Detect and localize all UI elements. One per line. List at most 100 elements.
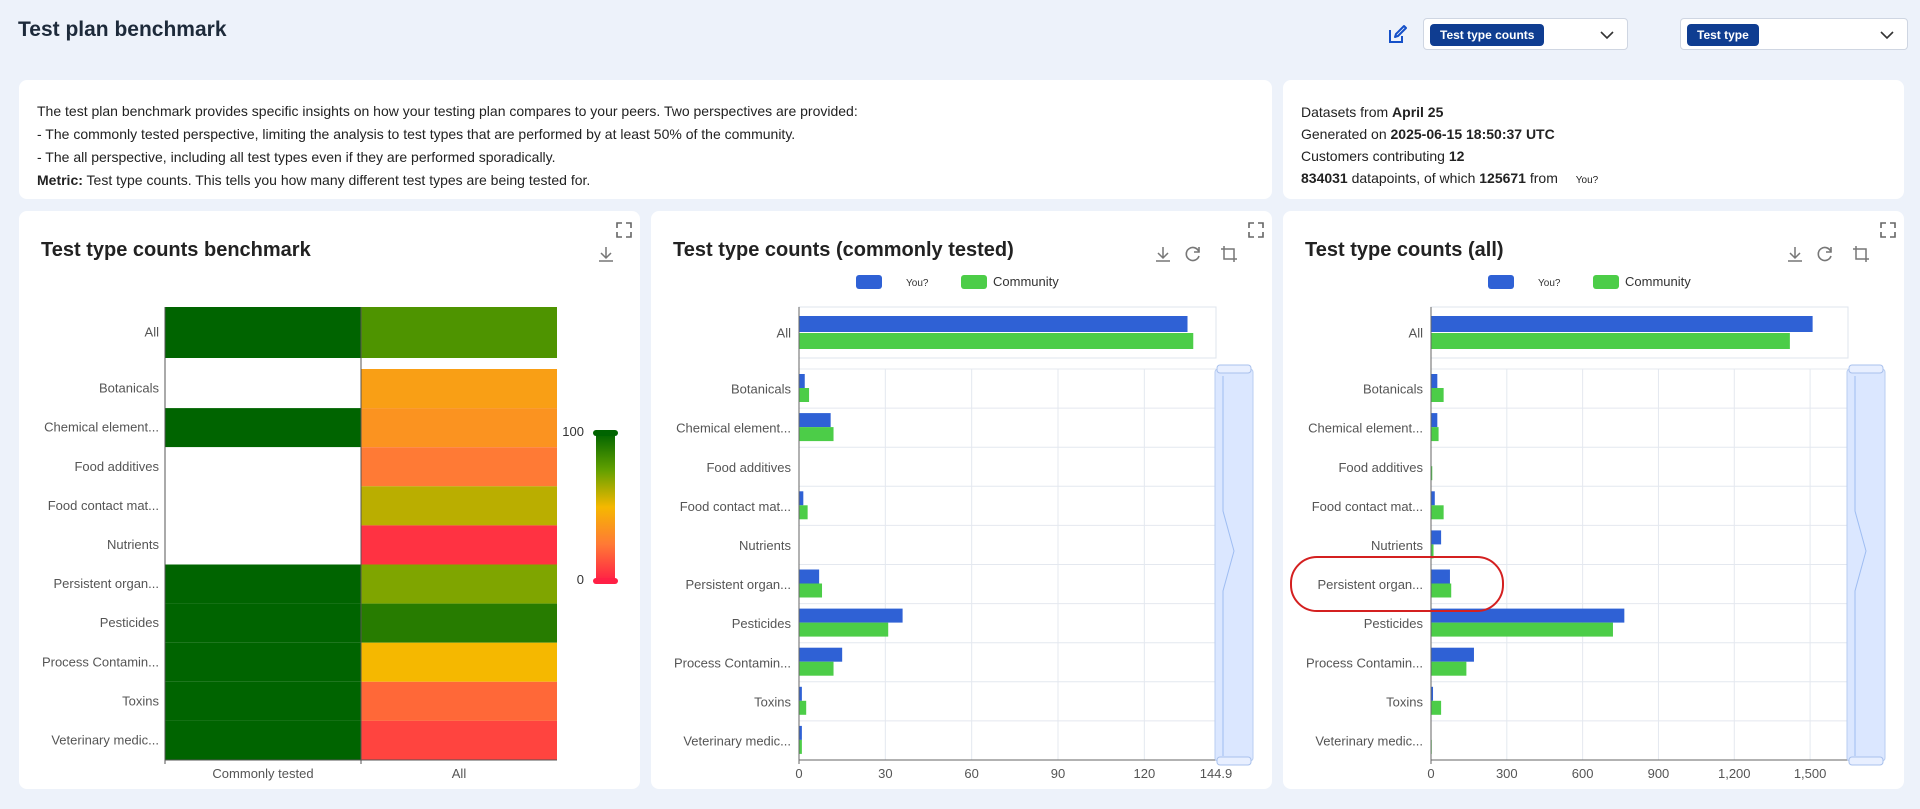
heatmap-cell (165, 307, 361, 358)
datazoom-handle-bottom (1216, 756, 1252, 766)
all-section-frame (1430, 306, 1849, 359)
bar-row-label: Chemical element... (676, 421, 791, 436)
legend-swatch-you (856, 275, 882, 289)
legend-swatch-you (1488, 275, 1514, 289)
visual-map-bar (596, 433, 615, 581)
x-tick-label: 30 (878, 766, 892, 781)
heatmap-row-label: Toxins (122, 693, 159, 708)
bar-community (1431, 622, 1613, 637)
x-tick-label: 144.9 (1200, 766, 1233, 781)
heatmap-row-label: Food additives (74, 459, 159, 474)
bar-row-label: Nutrients (739, 538, 792, 553)
metric-text: Test type counts. This tells you how man… (82, 172, 591, 188)
bar-row-label: Food contact mat... (1312, 499, 1423, 514)
bar-you (1431, 413, 1438, 428)
dimension-select[interactable]: Test type (1680, 18, 1908, 50)
bar-community (799, 700, 807, 715)
meta-card: Datasets from April 25 Generated on 2025… (1283, 80, 1904, 199)
bar-all-chart: You? Community All Botanicals Chemical eleme… (1290, 274, 1886, 781)
bar-row-label: Process Contamin... (1306, 655, 1423, 670)
bar-community (1431, 505, 1444, 520)
heatmap-cell (165, 720, 361, 760)
bar-you (799, 491, 804, 506)
heatmap-cell (361, 307, 557, 358)
datazoom-handle-top (1848, 364, 1884, 374)
heatmap-cell (165, 447, 361, 487)
x-tick-label: 1,200 (1718, 766, 1751, 781)
heatmap-cell (361, 486, 557, 526)
heatmap-row-label: Nutrients (107, 537, 160, 552)
legend-swatch-community (961, 275, 987, 289)
metric-label: Metric: (37, 172, 83, 188)
bar-community (1431, 388, 1444, 402)
legend-label-community: Community (1625, 274, 1691, 289)
heatmap-row-label: Persistent organ... (54, 576, 160, 591)
bar-row-label: Veterinary medic... (1315, 733, 1423, 748)
bar-you (799, 374, 805, 388)
bar-you (799, 413, 831, 428)
bar-you (799, 647, 843, 662)
edit-icon[interactable] (1386, 24, 1408, 46)
x-tick-label: 1,500 (1794, 766, 1827, 781)
legend-label-community: Community (993, 274, 1059, 289)
x-tick-label: 300 (1496, 766, 1518, 781)
metric-select[interactable]: Test type counts (1423, 18, 1628, 50)
bar-you (1431, 374, 1438, 388)
x-tick-label: 0 (795, 766, 802, 781)
bar-commonly-panel: Test type counts (commonly tested) You? C… (651, 211, 1272, 789)
bar-you (799, 569, 820, 584)
x-tick-label: 0 (1427, 766, 1434, 781)
customers-label: Customers contributing (1301, 148, 1449, 164)
datazoom-handle-top (1216, 364, 1252, 374)
heatmap-cell (361, 603, 557, 643)
heatmap-cell (361, 681, 557, 721)
legend-label-you: You? (906, 278, 929, 289)
datapoints-own: 125671 (1479, 170, 1526, 186)
heatmap-cell (361, 447, 557, 487)
datazoom-handle-bottom (1848, 756, 1884, 766)
heatmap-cell (165, 369, 361, 409)
heatmap-cell (165, 564, 361, 604)
legend-swatch-community (1593, 275, 1619, 289)
bar-community (799, 583, 823, 598)
description-line: The test plan benchmark provides specifi… (37, 103, 858, 119)
heatmap-cell (165, 642, 361, 682)
customers-value: 12 (1448, 148, 1465, 164)
visual-map-min: 0 (577, 572, 584, 587)
metric-select-value: Test type counts (1430, 24, 1545, 46)
bar-row-label: Botanicals (1363, 382, 1423, 397)
bar-row-label: Pesticides (732, 616, 792, 631)
generated-label: Generated on (1301, 126, 1391, 142)
datapoints-line: 834031 datapoints, of which 125671 from … (1301, 167, 1904, 192)
customers-line: Customers contributing 12 (1301, 145, 1904, 167)
heatmap-cell (361, 525, 557, 565)
heatmap-cell (165, 603, 361, 643)
x-tick-label: 90 (1051, 766, 1065, 781)
datapoints-mid: datapoints, of which (1347, 170, 1480, 186)
bar-community (1431, 583, 1452, 598)
bar-you (1431, 491, 1435, 506)
description-line: - The commonly tested perspective, limit… (37, 126, 796, 142)
x-tick-label: 600 (1572, 766, 1594, 781)
heatmap-row-label: Botanicals (99, 381, 159, 396)
bar-row-label: Chemical element... (1308, 421, 1423, 436)
chevron-down-icon (1600, 31, 1614, 40)
visual-map-handle-top (593, 430, 618, 436)
heatmap-cell (361, 642, 557, 682)
visual-map-handle-bottom (593, 578, 618, 584)
bar-community (799, 427, 834, 442)
x-tick-label: 120 (1133, 766, 1155, 781)
bar-row-label: Food contact mat... (680, 499, 791, 514)
bar-all-community (799, 333, 1194, 349)
bar-row-label: All (777, 326, 792, 341)
heatmap-col-label: All (452, 766, 467, 781)
bar-row-label: All (1409, 326, 1424, 341)
datazoom-slider (1846, 368, 1886, 762)
heatmap-panel: Test type counts benchmark All Botanicals… (19, 211, 640, 789)
generated-value: 2025-06-15 18:50:37 UTC (1390, 126, 1555, 142)
bar-community (1431, 661, 1467, 676)
page-title: Test plan benchmark (18, 18, 227, 41)
bar-row-label: Process Contamin... (674, 655, 791, 670)
datasets-value: April 25 (1392, 104, 1444, 120)
bar-you (799, 608, 903, 623)
